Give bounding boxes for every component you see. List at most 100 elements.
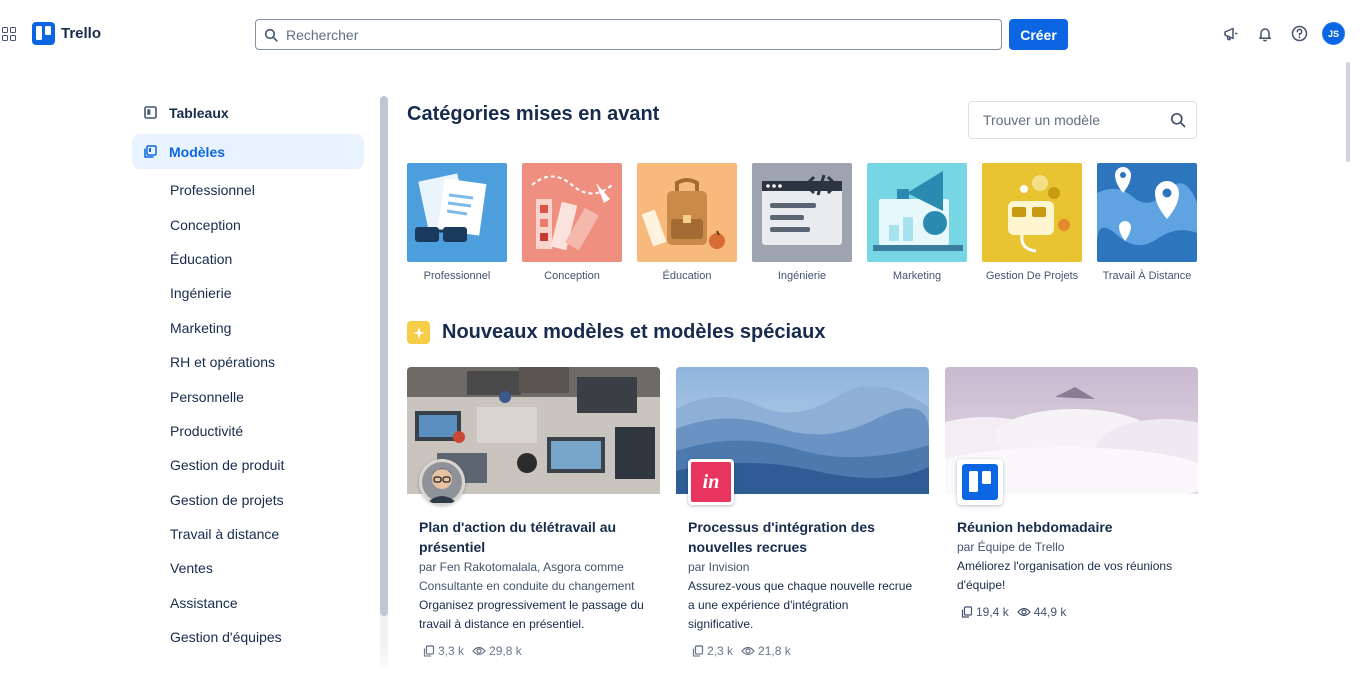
category-label: Conception (544, 270, 600, 282)
user-avatar[interactable]: JS (1322, 22, 1345, 45)
views-count: 44,9 k (1033, 605, 1067, 619)
app-switcher-icon[interactable] (2, 27, 16, 41)
category-label: Marketing (892, 270, 942, 282)
copies-count: 2,3 k (707, 644, 734, 658)
board-icon (144, 106, 157, 119)
new-templates-title: Nouveaux modèles et modèles spéciaux (442, 321, 826, 343)
sidebar-item-category[interactable]: Gestion d'équipes (132, 620, 364, 654)
global-search[interactable] (255, 19, 1002, 50)
category-label: Gestion De Projets (985, 270, 1079, 282)
project-management-illustration (982, 163, 1082, 262)
template-cards: Plan d'action du télétravail au présenti… (407, 367, 1198, 667)
eye-icon (741, 646, 755, 656)
megaphone-icon[interactable] (1220, 23, 1242, 45)
card-title[interactable]: Plan d'action du télétravail au présenti… (419, 517, 648, 557)
copies-stat: 2,3 k (692, 644, 733, 658)
copy-icon (692, 645, 704, 657)
education-illustration (637, 163, 737, 262)
views-stat: 21,8 k (741, 644, 791, 658)
sidebar-scrollbar-thumb[interactable] (380, 96, 388, 616)
search-icon (264, 28, 278, 42)
sidebar-item-category[interactable]: Marketing (132, 311, 364, 345)
sidebar-item-category[interactable]: Ingénierie (132, 276, 364, 310)
category-label: Ingénierie (777, 270, 827, 282)
sidebar-item-category[interactable]: Gestion de projets (132, 483, 364, 517)
sidebar-item-category[interactable]: Gestion de produit (132, 448, 364, 482)
sidebar-item-category[interactable]: Éducation (132, 242, 364, 276)
marketing-illustration (867, 163, 967, 262)
trello-logo-icon (32, 22, 55, 45)
card-author: par Invision (688, 560, 750, 574)
category-tile-project-management[interactable]: Gestion De Projets (982, 163, 1082, 286)
create-button[interactable]: Créer (1009, 19, 1068, 50)
card-author: par Équipe de Trello (957, 540, 1065, 554)
sidebar-item-category[interactable]: RH et opérations (132, 345, 364, 379)
category-label: Éducation (662, 270, 712, 282)
trello-logo[interactable]: Trello (32, 22, 101, 45)
templates-icon (144, 145, 157, 158)
sidebar: Tableaux Modèles Professionnel Conceptio… (132, 95, 364, 654)
search-icon[interactable] (1170, 112, 1186, 128)
invision-logo: in (688, 459, 734, 505)
category-label: Travail À Distance (1102, 270, 1192, 282)
views-stat: 44,9 k (1016, 605, 1067, 619)
remote-work-illustration (1097, 163, 1197, 262)
sidebar-boards-label: Tableaux (169, 104, 229, 121)
template-card[interactable]: Réunion hebdomadaire par Équipe de Trell… (945, 367, 1198, 667)
top-header: Trello Créer JS (0, 0, 1366, 70)
category-tile-remote-work[interactable]: Travail À Distance (1097, 163, 1197, 286)
sidebar-item-templates[interactable]: Modèles (132, 134, 364, 169)
category-tile-education[interactable]: Éducation (637, 163, 737, 286)
design-illustration (522, 163, 622, 262)
new-templates-heading: Nouveaux modèles et modèles spéciaux (407, 321, 826, 344)
category-tile-design[interactable]: Conception (522, 163, 622, 286)
sidebar-item-category[interactable]: Conception (132, 207, 364, 241)
views-count: 29,8 k (489, 644, 522, 658)
template-search-input[interactable] (983, 112, 1170, 128)
card-stats: 2,3 k 21,8 k (692, 644, 929, 658)
sidebar-scrollbar[interactable] (380, 96, 388, 666)
sidebar-item-category[interactable]: Assistance (132, 586, 364, 620)
card-description: Organisez progressivement le passage du … (419, 598, 644, 631)
card-stats: 19,4 k 44,9 k (961, 605, 1198, 619)
card-title[interactable]: Processus d'intégration des nouvelles re… (688, 517, 917, 557)
professional-illustration (407, 163, 507, 262)
category-tile-engineering[interactable]: Ingénierie (752, 163, 852, 286)
help-icon[interactable] (1288, 23, 1310, 45)
logo-text: Trello (61, 25, 102, 42)
template-search[interactable] (968, 101, 1197, 139)
sidebar-item-category[interactable]: Personnelle (132, 379, 364, 413)
category-label: Professionnel (423, 270, 491, 282)
engineering-illustration (752, 163, 852, 262)
category-tile-professional[interactable]: Professionnel (407, 163, 507, 286)
card-description: Assurez-vous que chaque nouvelle recrue … (688, 579, 913, 631)
sidebar-item-category[interactable]: Professionnel (132, 173, 364, 207)
views-count: 21,8 k (758, 644, 791, 658)
card-title[interactable]: Réunion hebdomadaire (957, 517, 1186, 537)
eye-icon (1016, 607, 1031, 617)
template-card[interactable]: in Processus d'intégration des nouvelles… (676, 367, 929, 667)
copy-icon (423, 645, 435, 657)
author-avatar (419, 459, 465, 505)
global-search-input[interactable] (286, 26, 1001, 43)
card-stats: 3,3 k 29,8 k (423, 644, 660, 658)
featured-categories-title: Catégories mises en avant (407, 103, 660, 125)
invision-logo-mark: in (691, 462, 731, 502)
sidebar-item-boards[interactable]: Tableaux (132, 95, 364, 130)
copies-count: 19,4 k (976, 605, 1009, 619)
sidebar-item-category[interactable]: Ventes (132, 551, 364, 585)
sparkle-icon (407, 321, 430, 344)
notifications-bell-icon[interactable] (1254, 23, 1276, 45)
card-author: par Fen Rakotomalala, Asgora comme Consu… (419, 560, 635, 593)
card-description: Améliorez l'organisation de vos réunions… (957, 559, 1173, 592)
copies-stat: 19,4 k (961, 605, 1009, 619)
featured-categories: Professionnel Conception Éducation Ingén… (407, 163, 1197, 286)
sidebar-item-category[interactable]: Travail à distance (132, 517, 364, 551)
page-scrollbar[interactable] (1346, 62, 1350, 162)
views-stat: 29,8 k (472, 644, 522, 658)
sidebar-item-category[interactable]: Productivité (132, 414, 364, 448)
category-tile-marketing[interactable]: Marketing (867, 163, 967, 286)
template-card[interactable]: Plan d'action du télétravail au présenti… (407, 367, 660, 667)
sidebar-templates-label: Modèles (169, 143, 226, 160)
eye-icon (472, 646, 486, 656)
